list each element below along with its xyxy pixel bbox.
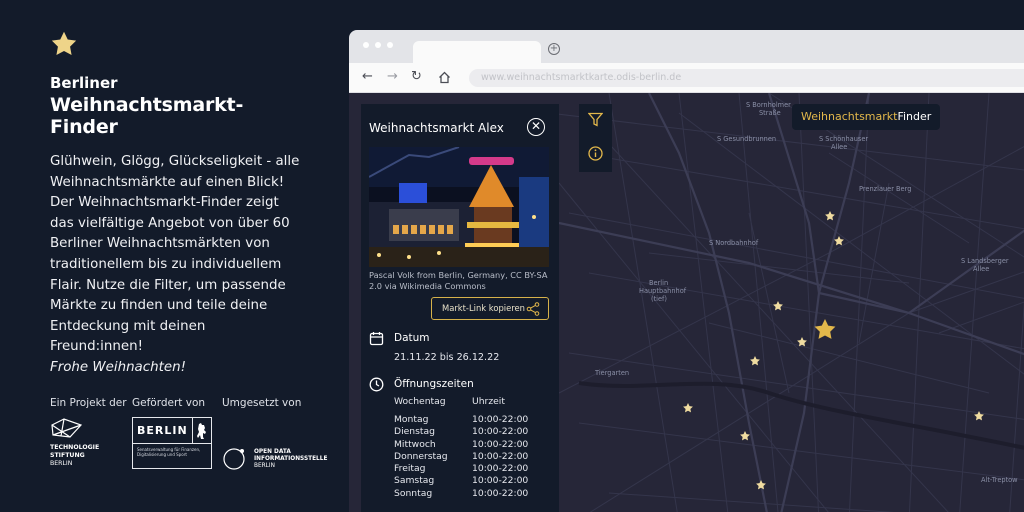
date-title: Datum — [394, 332, 430, 344]
badge-gold-text: Weihnachtsmarkt — [801, 110, 898, 123]
technologiestiftung-logo[interactable]: TECHNOLOGIE STIFTUNG BERLIN — [50, 417, 120, 468]
table-row: Mittwoch 10:00-22:00 — [394, 439, 544, 451]
forward-icon[interactable]: → — [387, 70, 398, 84]
time-cell: 10:00-22:00 — [472, 475, 529, 487]
clock-icon — [369, 377, 384, 392]
reload-icon[interactable]: ↻ — [411, 70, 422, 84]
hours-col-day: Wochentag — [394, 396, 446, 407]
window-controls[interactable] — [363, 42, 393, 48]
badge-white-text: Finder — [897, 110, 932, 123]
market-detail-panel: Weihnachtsmarkt Alex ✕ Pascal Volk from … — [361, 104, 559, 512]
market-photo — [369, 147, 549, 267]
time-cell: 10:00-22:00 — [472, 463, 529, 475]
intro-panel: Berliner Weihnachtsmarkt-Finder Glühwein… — [50, 30, 300, 379]
close-button[interactable]: ✕ — [527, 118, 545, 136]
place-label: Straße — [759, 109, 781, 117]
day-cell: Mittwoch — [394, 438, 436, 450]
map-controls — [579, 104, 612, 172]
place-label: S Landsberger — [961, 257, 1009, 265]
market-title: Weihnachtsmarkt Alex — [369, 121, 504, 135]
time-cell: 10:00-22:00 — [472, 487, 529, 499]
opening-hours-table: Wochentag Uhrzeit Montag 10:00-22:00 Dien… — [394, 396, 544, 500]
copy-market-link-button[interactable]: Markt-Link kopieren — [431, 297, 549, 320]
berlin-senate-logo[interactable]: BERLIN Senatsverwaltung für Finanzen, Di… — [132, 417, 212, 469]
table-row: Samstag 10:00-22:00 — [394, 475, 544, 487]
browser-toolbar: ← → ↻ www.weihnachtsmarktkarte.odis-berl… — [349, 63, 1024, 93]
copy-market-link-label: Markt-Link kopieren — [442, 303, 525, 313]
tsb-line3: BERLIN — [50, 460, 73, 467]
partners: Ein Projekt der Gefördert von Umgesetzt … — [50, 397, 327, 477]
day-cell: Samstag — [394, 475, 435, 487]
place-label: Prenzlauer Berg — [859, 185, 912, 193]
map-view[interactable]: S Bornholmer Straße S Gesundbrunnen S Sc… — [349, 93, 1024, 512]
calendar-icon — [369, 332, 384, 346]
place-label: Alt-Treptow — [981, 476, 1018, 484]
time-cell: 10:00-22:00 — [472, 438, 529, 450]
place-label: S Gesundbrunnen — [717, 135, 777, 143]
browser-window: + ← → ↻ www.weihnachtsmarktkarte.odis-be… — [349, 30, 1024, 512]
odis-circle-icon — [223, 448, 245, 470]
day-cell: Freitag — [394, 463, 426, 475]
place-label: Allee — [831, 143, 848, 151]
berlin-subtext: Senatsverwaltung für Finanzen, Digitalis… — [137, 447, 201, 457]
brand-subtitle: Berliner — [50, 74, 118, 92]
place-label: Allee — [973, 265, 990, 273]
table-row: Donnerstag 10:00-22:00 — [394, 451, 544, 463]
place-label: Tiergarten — [595, 369, 630, 377]
day-cell: Sonntag — [394, 487, 433, 499]
day-cell: Donnerstag — [394, 450, 448, 462]
place-label: S Nordbahnhof — [709, 239, 759, 247]
intro-paragraph: Glühwein, Glögg, Glückseligkeit - alle W… — [50, 154, 300, 355]
place-label: S Bornholmer — [746, 101, 791, 109]
day-cell: Dienstag — [394, 426, 435, 438]
photo-credit: Pascal Volk from Berlin, Germany, CC BY-… — [369, 270, 548, 291]
star-logo-icon — [51, 31, 77, 55]
share-icon — [526, 302, 540, 316]
odis-line2: INFORMATIONSSTELLE — [254, 456, 328, 462]
time-cell: 10:00-22:00 — [472, 450, 529, 462]
intro-text: Glühwein, Glögg, Glückseligkeit - alle W… — [50, 152, 300, 379]
browser-tabbar: + — [349, 30, 1024, 63]
app-badge: WeihnachtsmarktFinder — [792, 104, 941, 130]
table-row: Freitag 10:00-22:00 — [394, 463, 544, 475]
tsb-line2: STIFTUNG — [50, 452, 85, 459]
new-tab-icon[interactable]: + — [548, 43, 560, 55]
table-row: Montag 10:00-22:00 — [394, 414, 544, 426]
back-icon[interactable]: ← — [362, 70, 373, 84]
hours-title: Öffnungszeiten — [394, 378, 474, 390]
day-cell: Montag — [394, 414, 429, 425]
odis-logo[interactable]: OPEN DATA INFORMATIONSSTELLE BERLIN — [222, 448, 332, 479]
hours-col-time: Uhrzeit — [472, 396, 505, 407]
filter-icon[interactable] — [588, 112, 603, 127]
label-funded: Gefördert von — [132, 397, 206, 409]
odis-line3: BERLIN — [254, 463, 275, 469]
time-cell: 10:00-22:00 — [472, 414, 529, 425]
bear-icon — [193, 418, 211, 443]
place-label: S Schönhauser — [819, 135, 869, 143]
home-icon[interactable] — [438, 71, 451, 84]
tsb-line1: TECHNOLOGIE — [50, 444, 100, 451]
greeting-text: Frohe Weihnachten! — [50, 359, 186, 375]
table-row: Sonntag 10:00-22:00 — [394, 488, 544, 500]
time-cell: 10:00-22:00 — [472, 426, 529, 438]
tsb-mark-icon — [51, 418, 83, 438]
place-label: Berlin — [649, 279, 669, 287]
place-label: (tief) — [651, 295, 667, 303]
table-row: Dienstag 10:00-22:00 — [394, 426, 544, 438]
berlin-wordmark: BERLIN — [133, 418, 193, 443]
brand-title: Weihnachtsmarkt-Finder — [50, 94, 244, 138]
odis-line1: OPEN DATA — [254, 449, 291, 455]
label-project: Ein Projekt der — [50, 397, 127, 409]
browser-tab[interactable] — [413, 41, 541, 63]
place-label: Hauptbahnhof — [639, 287, 687, 295]
address-bar[interactable]: www.weihnachtsmarktkarte.odis-berlin.de — [469, 69, 1024, 87]
info-icon[interactable] — [588, 146, 603, 161]
label-implemented: Umgesetzt von — [222, 397, 302, 409]
date-value: 21.11.22 bis 26.12.22 — [394, 352, 500, 363]
